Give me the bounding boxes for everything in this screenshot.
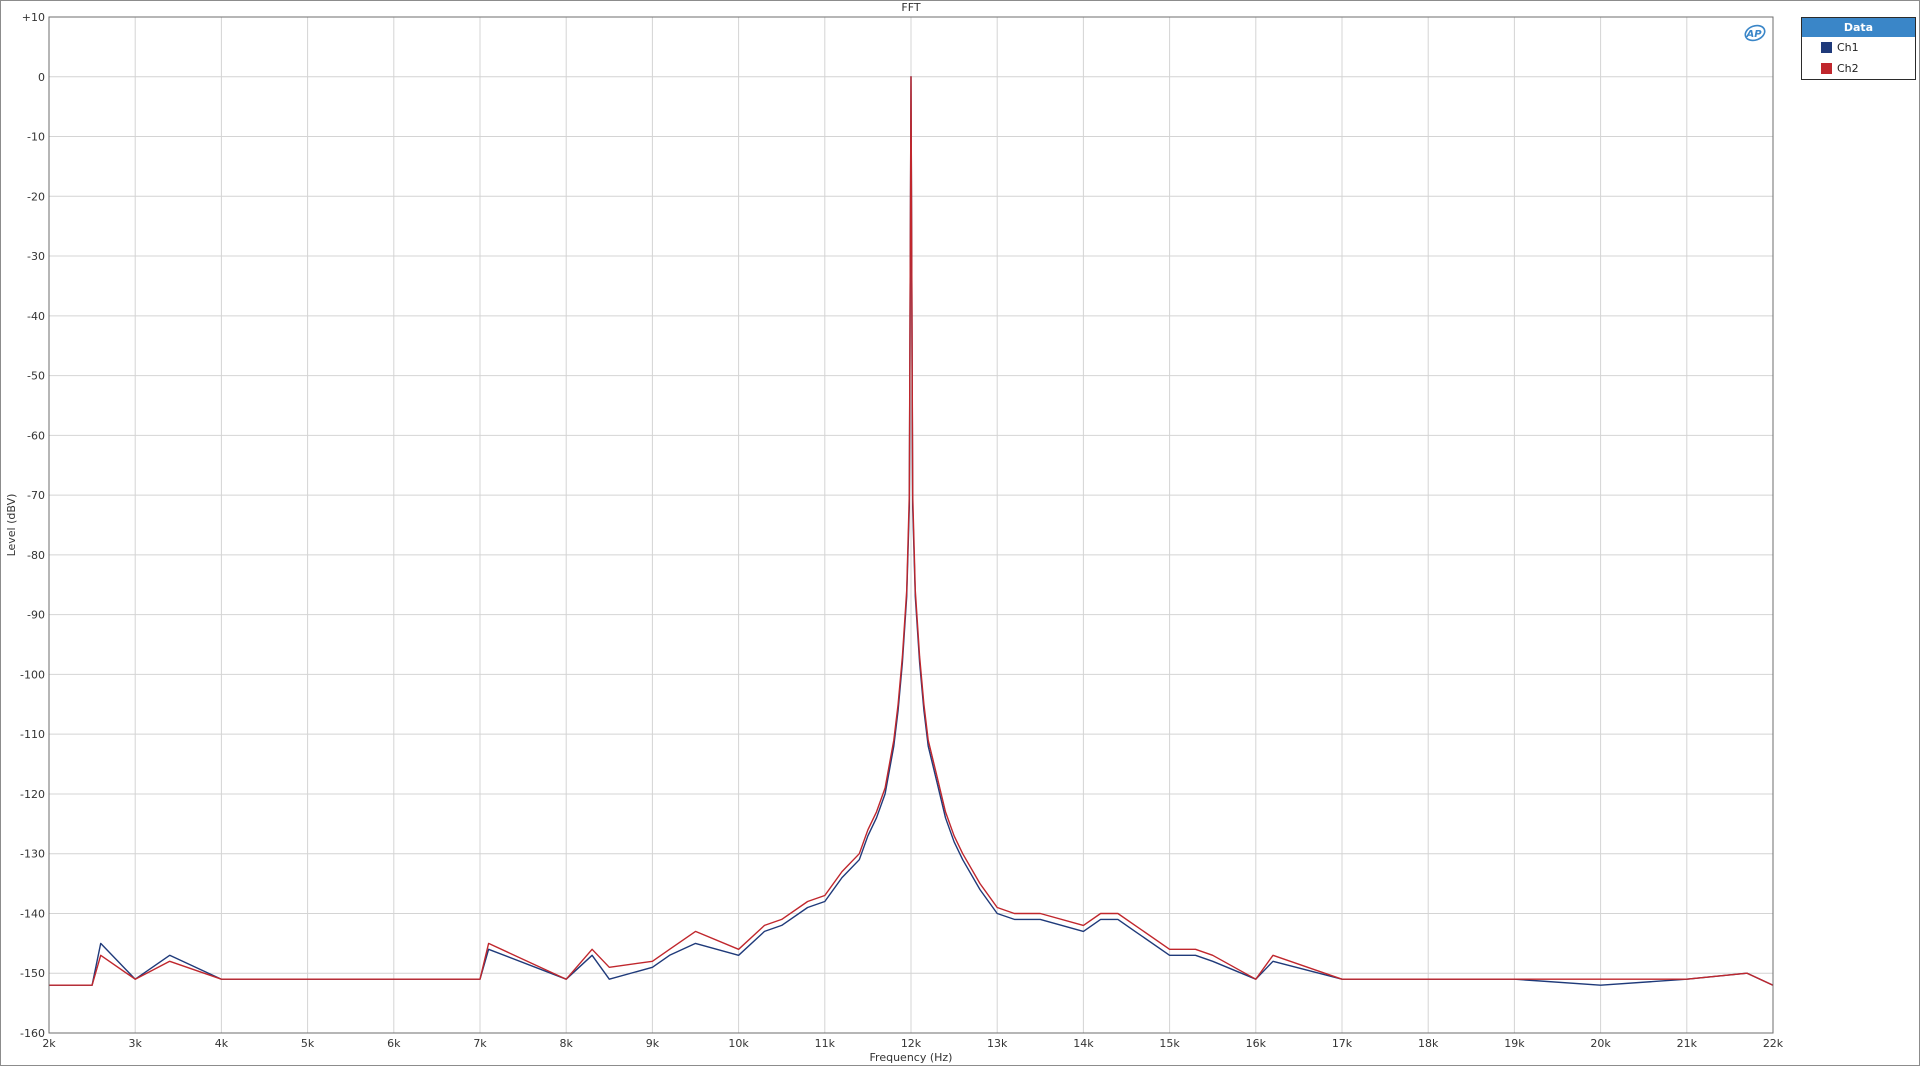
- x-tick-label: 22k: [1763, 1037, 1784, 1050]
- x-axis-ticks: 2k 3k 4k 5k 6k 7k 8k 9k 10k 11k 12k 13k 14k 15k 16k 17k…: [42, 1037, 1783, 1050]
- svg-text:AP: AP: [1745, 29, 1762, 40]
- chart-frame: 2k 3k 4k 5k 6k 7k 8k 9k 10k 11k 12k 13k 14k 15k 16k 17k…: [0, 0, 1920, 1066]
- legend-item-ch2[interactable]: Ch2: [1802, 58, 1915, 79]
- x-tick-label: 20k: [1590, 1037, 1611, 1050]
- y-axis-ticks: +10 0 -10 -20 -30 -40 -50 -60 -70 -80 -90 -100 -110 -…: [20, 11, 45, 1040]
- legend-label-ch1: Ch1: [1837, 41, 1859, 54]
- legend-swatch-ch1: [1821, 42, 1832, 53]
- x-tick-label: 16k: [1246, 1037, 1267, 1050]
- y-tick-label: -40: [27, 310, 45, 323]
- y-tick-label: -150: [20, 967, 45, 980]
- x-tick-label: 6k: [387, 1037, 401, 1050]
- y-axis-title: Level (dBV): [5, 494, 18, 557]
- x-tick-label: 13k: [987, 1037, 1008, 1050]
- x-tick-label: 12k: [901, 1037, 922, 1050]
- legend-swatch-ch2: [1821, 63, 1832, 74]
- x-tick-label: 15k: [1159, 1037, 1180, 1050]
- x-tick-label: 9k: [646, 1037, 660, 1050]
- y-tick-label: -100: [20, 668, 45, 681]
- legend-title: Data: [1802, 18, 1915, 37]
- legend-label-ch2: Ch2: [1837, 62, 1859, 75]
- y-tick-label: -110: [20, 728, 45, 741]
- chart-title: FFT: [901, 1, 920, 14]
- y-tick-label: -80: [27, 549, 45, 562]
- y-tick-label: -160: [20, 1027, 45, 1040]
- x-axis-title: Frequency (Hz): [870, 1051, 953, 1064]
- y-tick-label: +10: [22, 11, 45, 24]
- y-tick-label: -60: [27, 429, 45, 442]
- x-tick-label: 4k: [215, 1037, 229, 1050]
- y-tick-label: -50: [27, 370, 45, 383]
- y-tick-label: -30: [27, 250, 45, 263]
- y-tick-label: 0: [38, 71, 45, 84]
- legend[interactable]: Data Ch1 Ch2: [1801, 17, 1916, 80]
- y-tick-label: -130: [20, 848, 45, 861]
- y-tick-label: -90: [27, 609, 45, 622]
- x-tick-label: 19k: [1504, 1037, 1525, 1050]
- y-tick-label: -140: [20, 907, 45, 920]
- x-tick-label: 11k: [815, 1037, 836, 1050]
- y-tick-label: -120: [20, 788, 45, 801]
- x-tick-label: 5k: [301, 1037, 315, 1050]
- x-tick-label: 17k: [1332, 1037, 1353, 1050]
- x-tick-label: 18k: [1418, 1037, 1439, 1050]
- y-tick-label: -10: [27, 131, 45, 144]
- x-tick-label: 7k: [473, 1037, 487, 1050]
- legend-item-ch1[interactable]: Ch1: [1802, 37, 1915, 58]
- ap-logo-icon: AP: [1741, 22, 1767, 44]
- y-tick-label: -70: [27, 489, 45, 502]
- x-tick-label: 8k: [560, 1037, 574, 1050]
- x-tick-label: 3k: [129, 1037, 143, 1050]
- fft-chart: 2k 3k 4k 5k 6k 7k 8k 9k 10k 11k 12k 13k 14k 15k 16k 17k…: [5, 1, 1784, 1064]
- x-tick-label: 14k: [1073, 1037, 1094, 1050]
- x-tick-label: 21k: [1677, 1037, 1698, 1050]
- y-tick-label: -20: [27, 190, 45, 203]
- x-tick-label: 10k: [728, 1037, 749, 1050]
